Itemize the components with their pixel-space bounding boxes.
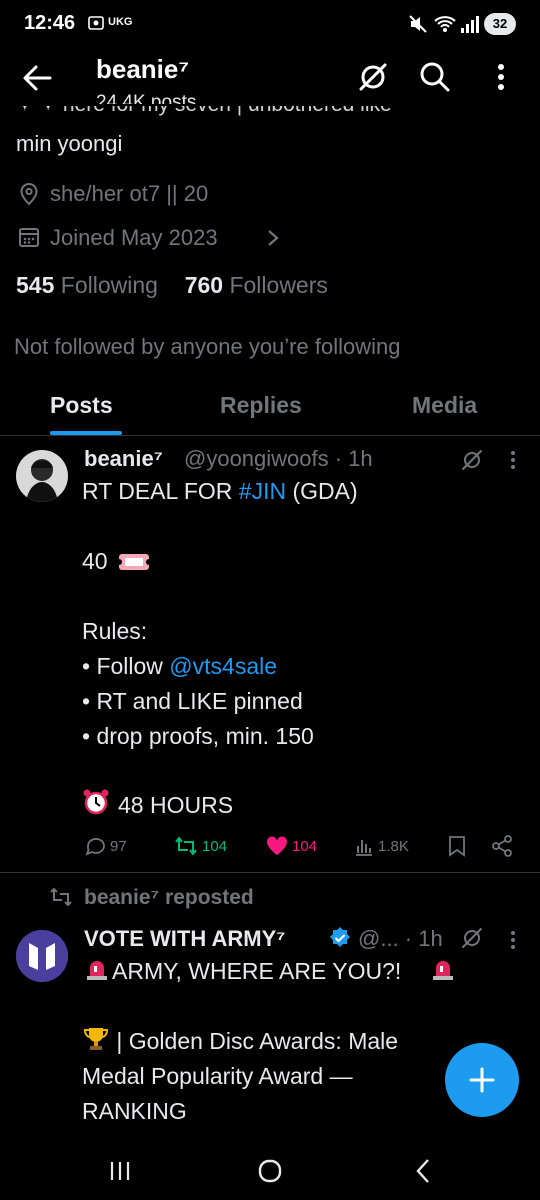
views-button[interactable]: 1.8K <box>354 835 409 857</box>
views-count: 1.8K <box>378 837 409 855</box>
back-button[interactable] <box>22 64 52 92</box>
plus-icon <box>468 1066 496 1094</box>
reply-icon <box>84 835 106 857</box>
chevron-right-icon[interactable] <box>266 228 280 248</box>
tweet-text: (GDA) <box>286 478 358 504</box>
reply-button[interactable]: 97 <box>84 835 127 857</box>
carrier-label: UKG <box>108 16 133 28</box>
rule-line: • Follow @vts4sale <box>82 649 277 684</box>
share-icon[interactable] <box>490 834 514 858</box>
retweet-button[interactable]: 104 <box>174 835 227 857</box>
signal-icon <box>460 14 480 34</box>
status-bar: 12:46 UKG 32 <box>0 0 540 48</box>
trophy-emoji-icon <box>84 1026 108 1052</box>
home-icon[interactable] <box>257 1158 283 1184</box>
rules-title: Rules: <box>82 618 148 644</box>
compose-button[interactable] <box>445 1043 519 1117</box>
grok-tweet-icon[interactable] <box>460 926 484 950</box>
heart-icon <box>266 836 288 856</box>
bookmark-icon[interactable] <box>448 835 466 857</box>
followers-label: Followers <box>229 272 328 298</box>
screen-record-icon <box>88 15 104 31</box>
battery-level: 32 <box>484 13 516 35</box>
alarm-clock-emoji-icon <box>82 788 110 816</box>
more-vertical-icon <box>484 60 518 94</box>
tweet-text: | Golden Disc Awards: Male <box>110 1028 399 1054</box>
tweet-handle-time: @yoongiwoofs · 1h <box>184 446 373 471</box>
mention-link[interactable]: @vts4sale <box>169 653 277 679</box>
repost-label[interactable]: beanie⁷ reposted <box>84 886 254 910</box>
tweet-text: RT DEAL FOR <box>82 478 239 504</box>
rule-line: • RT and LIKE pinned <box>82 688 303 714</box>
following-link[interactable]: 545 Following <box>16 272 158 298</box>
tweet-text: 40 <box>82 548 108 574</box>
following-label: Following <box>60 272 158 298</box>
like-count: 104 <box>292 837 318 855</box>
tweet-text: Medal Popularity Award — <box>82 1063 353 1089</box>
followers-count: 760 <box>184 272 224 298</box>
more-options-button[interactable] <box>484 60 518 94</box>
tab-replies[interactable]: Replies <box>220 392 302 419</box>
tab-media[interactable]: Media <box>412 392 477 419</box>
verified-badge-icon <box>328 926 352 950</box>
reply-count: 97 <box>110 837 127 855</box>
grok-button[interactable] <box>356 60 390 94</box>
followers-link[interactable]: 760 Followers <box>185 272 328 298</box>
tweet-text: RANKING <box>82 1098 187 1124</box>
tweet-author-name[interactable]: VOTE WITH ARMY⁷ <box>84 926 285 952</box>
following-count: 545 <box>16 272 55 298</box>
retweet-count: 104 <box>202 837 228 855</box>
tweet-handle-time: @... · 1h <box>358 926 443 951</box>
rule-line: • drop proofs, min. 150 <box>82 723 314 749</box>
tweet-count-line: 40 <box>82 544 108 579</box>
wifi-icon <box>434 14 456 34</box>
tweet-text: • Follow <box>82 653 170 679</box>
joined-date[interactable]: Joined May 2023 <box>50 225 218 251</box>
siren-emoji-icon <box>84 956 110 982</box>
tweet-more-icon[interactable] <box>505 928 521 952</box>
tweet-line: RT DEAL FOR #JIN (GDA) <box>82 474 358 509</box>
search-icon <box>418 60 452 94</box>
repost-icon <box>50 888 72 906</box>
bio-text: min yoongi <box>16 131 123 156</box>
status-time: 12:46 <box>24 12 76 34</box>
tab-posts[interactable]: Posts <box>50 392 113 419</box>
back-nav-icon[interactable] <box>414 1158 432 1184</box>
tweet-divider <box>0 872 540 873</box>
calendar-icon <box>18 226 40 248</box>
follow-stats: 545 Following 760 Followers <box>16 272 328 299</box>
search-button[interactable] <box>418 60 452 94</box>
page-title: beanie⁷ <box>96 54 190 84</box>
ticket-emoji-icon <box>118 550 150 574</box>
deadline-text: 48 HOURS <box>118 792 234 818</box>
back-arrow-icon <box>22 64 52 92</box>
recent-apps-icon[interactable] <box>108 1160 132 1182</box>
views-chart-icon <box>354 836 374 856</box>
hashtag-link[interactable]: #JIN <box>239 478 286 504</box>
avatar[interactable] <box>16 450 68 502</box>
mute-icon <box>408 14 430 34</box>
grok-icon <box>356 60 390 94</box>
location-icon <box>18 182 40 206</box>
avatar[interactable] <box>16 930 68 982</box>
bio-fragment: ✦ ✦ here for my seven | unbothered like <box>16 93 392 116</box>
grok-tweet-icon[interactable] <box>460 448 484 472</box>
tweet-author-name[interactable]: beanie⁷ <box>84 446 163 472</box>
profile-location: she/her ot7 || 20 <box>50 181 209 206</box>
siren-emoji-icon <box>430 956 456 982</box>
tweet-more-icon[interactable] <box>505 448 521 472</box>
tweet-text: ARMY, WHERE ARE YOU?! <box>112 958 402 984</box>
retweet-icon <box>174 836 198 856</box>
tabs-divider <box>0 435 540 436</box>
like-button[interactable]: 104 <box>266 835 317 857</box>
not-followed-text: Not followed by anyone you’re following <box>14 334 401 359</box>
